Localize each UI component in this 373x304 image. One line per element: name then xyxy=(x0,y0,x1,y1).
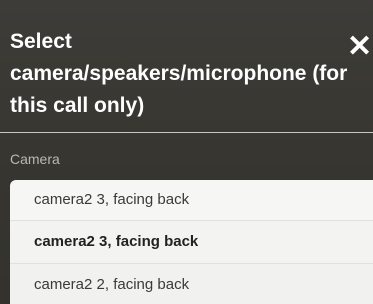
camera-label: Camera xyxy=(10,151,60,167)
camera-option[interactable]: camera2 2, facing back xyxy=(10,264,373,304)
close-button[interactable]: ✕ xyxy=(347,30,373,64)
close-icon: ✕ xyxy=(347,30,373,63)
dialog-title: Select camera/speakers/microphone (for t… xyxy=(10,30,348,117)
camera-option-selected[interactable]: camera2 3, facing back xyxy=(10,221,373,264)
device-select-dialog: Select camera/speakers/microphone (for t… xyxy=(0,0,373,304)
dialog-header: Select camera/speakers/microphone (for t… xyxy=(0,0,373,132)
camera-options-list: camera2 3, facing back camera2 3, facing… xyxy=(10,180,373,304)
camera-option[interactable]: camera2 3, facing back xyxy=(10,180,373,221)
header-divider xyxy=(0,132,373,133)
